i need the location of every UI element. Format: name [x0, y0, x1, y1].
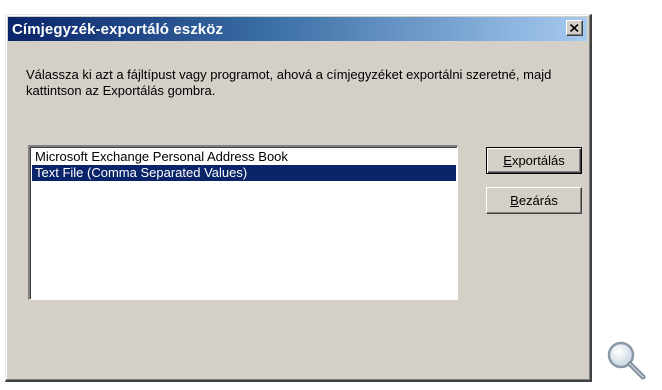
close-button-label: ezárás	[518, 193, 558, 208]
close-icon	[570, 24, 579, 32]
list-item-exchange-pab[interactable]: Microsoft Exchange Personal Address Book	[32, 149, 456, 165]
instruction-text: Válassza ki azt a fájltípust vagy progra…	[26, 67, 552, 98]
title-bar[interactable]: Címjegyzék-exportáló eszköz	[8, 17, 587, 41]
magnifier-icon[interactable]	[604, 338, 648, 382]
export-type-listbox[interactable]: Microsoft Exchange Personal Address Book…	[28, 145, 458, 300]
export-button-label: xportálás	[511, 153, 565, 168]
close-button-accel: B	[510, 193, 519, 208]
export-dialog: Címjegyzék-exportáló eszköz Válassza ki …	[5, 14, 592, 382]
close-window-button[interactable]	[566, 20, 583, 36]
export-button-accel: E	[503, 153, 512, 168]
close-button[interactable]: Bezárás	[486, 187, 582, 214]
export-button[interactable]: Exportálás	[486, 147, 582, 174]
list-item-text-csv[interactable]: Text File (Comma Separated Values)	[32, 165, 456, 181]
dialog-title: Címjegyzék-exportáló eszköz	[12, 20, 224, 38]
